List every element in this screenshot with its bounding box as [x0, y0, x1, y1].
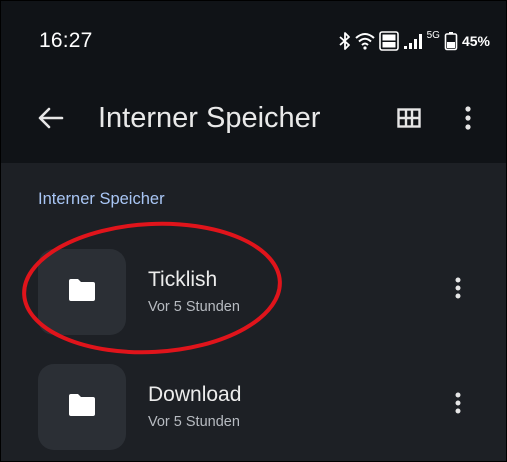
status-time: 16:27 — [39, 29, 93, 52]
signal-icon — [403, 32, 425, 50]
bluetooth-icon — [339, 32, 351, 50]
wifi-icon — [354, 32, 375, 50]
folder-thumbnail — [38, 249, 126, 335]
more-vert-icon — [464, 105, 472, 136]
item-date: Vor 5 Stunden — [148, 299, 240, 315]
folder-icon — [67, 393, 97, 422]
more-vert-icon — [454, 391, 462, 420]
back-button[interactable] — [31, 100, 71, 140]
battery-percentage: 45% — [461, 33, 490, 49]
page-title: Interner Speicher — [98, 102, 321, 134]
item-date: Vor 5 Stunden — [148, 414, 240, 430]
app-bar: Interner Speicher — [1, 76, 506, 163]
list-item-download[interactable]: Download Vor 5 Stunden — [1, 361, 506, 453]
file-manager-screen: 16:27 5G 45% Interner Speicher Interner … — [1, 1, 506, 461]
status-bar: 16:27 5G 45% — [1, 1, 506, 76]
status-icons: 5G 45% — [339, 30, 490, 52]
volte-icon — [378, 31, 399, 51]
item-name: Download — [148, 383, 242, 406]
battery-icon — [444, 31, 458, 51]
more-vert-icon — [454, 276, 462, 305]
arrow-left-icon — [38, 107, 64, 134]
folder-icon — [67, 278, 97, 307]
network-type: 5G — [426, 30, 440, 41]
breadcrumb[interactable]: Interner Speicher — [38, 190, 165, 209]
item-name: Ticklish — [148, 268, 218, 291]
more-options-button[interactable] — [453, 100, 483, 140]
grid-view-button[interactable] — [389, 100, 429, 140]
item-more-button[interactable] — [445, 385, 471, 425]
folder-thumbnail — [38, 364, 126, 450]
list-item-ticklish[interactable]: Ticklish Vor 5 Stunden — [1, 246, 506, 338]
grid-view-icon — [397, 107, 421, 133]
item-more-button[interactable] — [445, 270, 471, 310]
